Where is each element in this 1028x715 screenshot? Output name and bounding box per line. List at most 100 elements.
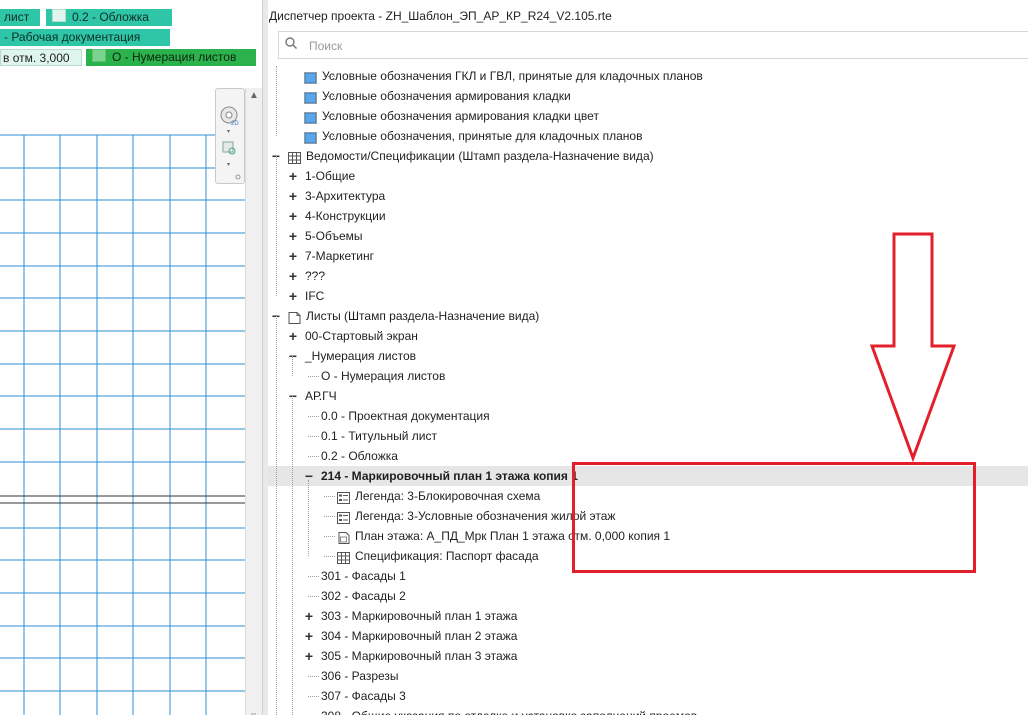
- project-browser-title: Диспетчер проекта - ZH_Шаблон_ЭП_АР_КР_R…: [268, 0, 1028, 32]
- steering-wheel-icon[interactable]: 2D: [220, 106, 239, 127]
- tree-item-label: АР.ГЧ: [305, 389, 337, 403]
- tree-item[interactable]: Условные обозначения ГКЛ и ГВЛ, принятые…: [268, 66, 1028, 86]
- tree-item[interactable]: 301 - Фасады 1: [268, 566, 1028, 586]
- search-icon: [285, 37, 297, 49]
- tree-item-label: 4-Конструкции: [305, 209, 386, 223]
- tree-item[interactable]: Условные обозначения, принятые для кладо…: [268, 126, 1028, 146]
- legend-icon: [304, 90, 317, 104]
- collapse-icon[interactable]: −: [304, 466, 314, 486]
- tree-item[interactable]: 0.0 - Проектная документация: [268, 406, 1028, 426]
- expand-icon[interactable]: +: [288, 246, 298, 266]
- tree-item-label: 304 - Маркировочный план 2 этажа: [321, 629, 518, 643]
- tree-item[interactable]: Условные обозначения армирования кладки: [268, 86, 1028, 106]
- expand-icon[interactable]: +: [304, 606, 314, 626]
- tree-item[interactable]: +???: [268, 266, 1028, 286]
- tree-item-label: Ведомости/Спецификации (Штамп раздела-На…: [306, 149, 654, 163]
- zoom-icon[interactable]: [222, 141, 236, 155]
- tree-item[interactable]: Условные обозначения армирования кладки …: [268, 106, 1028, 126]
- tree-connector: [308, 696, 319, 697]
- tree-item[interactable]: − _Нумерация листов: [268, 346, 1028, 366]
- tree-item[interactable]: О - Нумерация листов: [268, 366, 1028, 386]
- expand-icon[interactable]: +: [288, 206, 298, 226]
- tree-item[interactable]: 302 - Фасады 2: [268, 586, 1028, 606]
- svg-text:▾: ▾: [227, 129, 230, 135]
- tree-guide-line: [292, 356, 293, 376]
- expand-icon[interactable]: +: [288, 186, 298, 206]
- expand-icon[interactable]: +: [304, 626, 314, 646]
- collapse-icon[interactable]: −: [288, 386, 298, 406]
- floor-plan-icon: [337, 530, 350, 544]
- expand-icon[interactable]: +: [288, 286, 298, 306]
- tree-item[interactable]: +7-Маркетинг: [268, 246, 1028, 266]
- tree-item[interactable]: +305 - Маркировочный план 3 этажа: [268, 646, 1028, 666]
- legend-view-icon: [337, 490, 350, 504]
- tree-item-label: О - Нумерация листов: [321, 369, 446, 383]
- expand-icon[interactable]: +: [288, 326, 298, 346]
- tree-connector: [308, 456, 319, 457]
- navigation-bar[interactable]: 2D ▾ ▾: [215, 88, 245, 184]
- tree-item-label: Условные обозначения, принятые для кладо…: [322, 129, 643, 143]
- tree-item-label: 0.1 - Титульный лист: [321, 429, 437, 443]
- tree-item-label: План этажа: А_ПД_Мрк План 1 этажа отм. 0…: [355, 529, 671, 543]
- svg-text:▾: ▾: [227, 162, 230, 168]
- tree-connector: [308, 576, 319, 577]
- tree-item-selected[interactable]: −214 - Маркировочный план 1 этажа копия …: [268, 466, 1028, 486]
- tree-item[interactable]: 308 - Общие указания по отделке и устано…: [268, 706, 1028, 715]
- tree-connector: [308, 596, 319, 597]
- legend-icon: [304, 70, 317, 84]
- scroll-up-icon[interactable]: ▲: [249, 90, 259, 101]
- tree-item-label: 306 - Разрезы: [321, 669, 399, 683]
- tree-item-label: 0.2 - Обложка: [321, 449, 398, 463]
- tree-item-label: Легенда: 3-Условные обозначения жилой эт…: [355, 509, 616, 523]
- drawing-view[interactable]: лист 0.2 - Обложка - Рабочая документаци…: [0, 0, 262, 715]
- tree-item-label: 7-Маркетинг: [305, 249, 375, 263]
- tree-item[interactable]: 0.2 - Обложка: [268, 446, 1028, 466]
- tree-item-label: Условные обозначения армирования кладки: [322, 89, 571, 103]
- tree-item[interactable]: 306 - Разрезы: [268, 666, 1028, 686]
- tree-item[interactable]: Легенда: 3-Условные обозначения жилой эт…: [268, 506, 1028, 526]
- tree-item-label: 00-Стартовый экран: [305, 329, 418, 343]
- project-tree: Условные обозначения ГКЛ и ГВЛ, принятые…: [268, 62, 1028, 715]
- tree-item[interactable]: − Ведомости/Спецификации (Штамп раздела-Н…: [268, 146, 1028, 166]
- tree-item-label: 3-Архитектура: [305, 189, 386, 203]
- tree-item[interactable]: +4-Конструкции: [268, 206, 1028, 226]
- tree-item[interactable]: +303 - Маркировочный план 1 этажа: [268, 606, 1028, 626]
- tree-item[interactable]: +5-Объемы: [268, 226, 1028, 246]
- legend-view-icon: [337, 510, 350, 524]
- search-input[interactable]: [307, 35, 911, 57]
- drawing-grid: [0, 88, 245, 715]
- tree-item[interactable]: Спецификация: Паспорт фасада: [268, 546, 1028, 566]
- collapse-icon[interactable]: −: [288, 346, 298, 366]
- tree-item[interactable]: − АР.ГЧ: [268, 386, 1028, 406]
- tree-connector: [324, 496, 335, 497]
- tree-item[interactable]: Легенда: 3-Блокировочная схема: [268, 486, 1028, 506]
- tree-item[interactable]: 0.1 - Титульный лист: [268, 426, 1028, 446]
- expand-icon[interactable]: +: [288, 226, 298, 246]
- svg-text:2D: 2D: [231, 121, 239, 127]
- tree-item[interactable]: +1-Общие: [268, 166, 1028, 186]
- tree-item[interactable]: +304 - Маркировочный план 2 этажа: [268, 626, 1028, 646]
- tree-guide-line: [308, 480, 309, 556]
- tree-item[interactable]: План этажа: А_ПД_Мрк План 1 этажа отм. 0…: [268, 526, 1028, 546]
- tree-item-label: _Нумерация листов: [305, 349, 416, 363]
- tree-guide-line: [276, 66, 277, 136]
- tree-connector: [308, 376, 319, 377]
- tree-connector: [324, 556, 335, 557]
- tree-item-label: Условные обозначения ГКЛ и ГВЛ, принятые…: [322, 69, 703, 83]
- tree-item-label: 303 - Маркировочный план 1 этажа: [321, 609, 518, 623]
- tree-item[interactable]: 307 - Фасады 3: [268, 686, 1028, 706]
- tree-item-label: Условные обозначения армирования кладки …: [322, 109, 599, 123]
- tree-item[interactable]: − Листы (Штамп раздела-Назначение вида): [268, 306, 1028, 326]
- tag-working-docs: - Рабочая документация: [0, 29, 170, 46]
- schedule-icon: [337, 550, 350, 564]
- expand-icon[interactable]: +: [288, 166, 298, 186]
- tree-item[interactable]: +3-Архитектура: [268, 186, 1028, 206]
- expand-icon[interactable]: +: [288, 266, 298, 286]
- vertical-scrollbar[interactable]: ▲: [245, 88, 262, 715]
- tree-item[interactable]: + IFC: [268, 286, 1028, 306]
- tree-connector: [324, 536, 335, 537]
- tree-item[interactable]: +00-Стартовый экран: [268, 326, 1028, 346]
- tree-item-label: 0.0 - Проектная документация: [321, 409, 490, 423]
- expand-icon[interactable]: +: [304, 646, 314, 666]
- search-field[interactable]: [278, 31, 1028, 59]
